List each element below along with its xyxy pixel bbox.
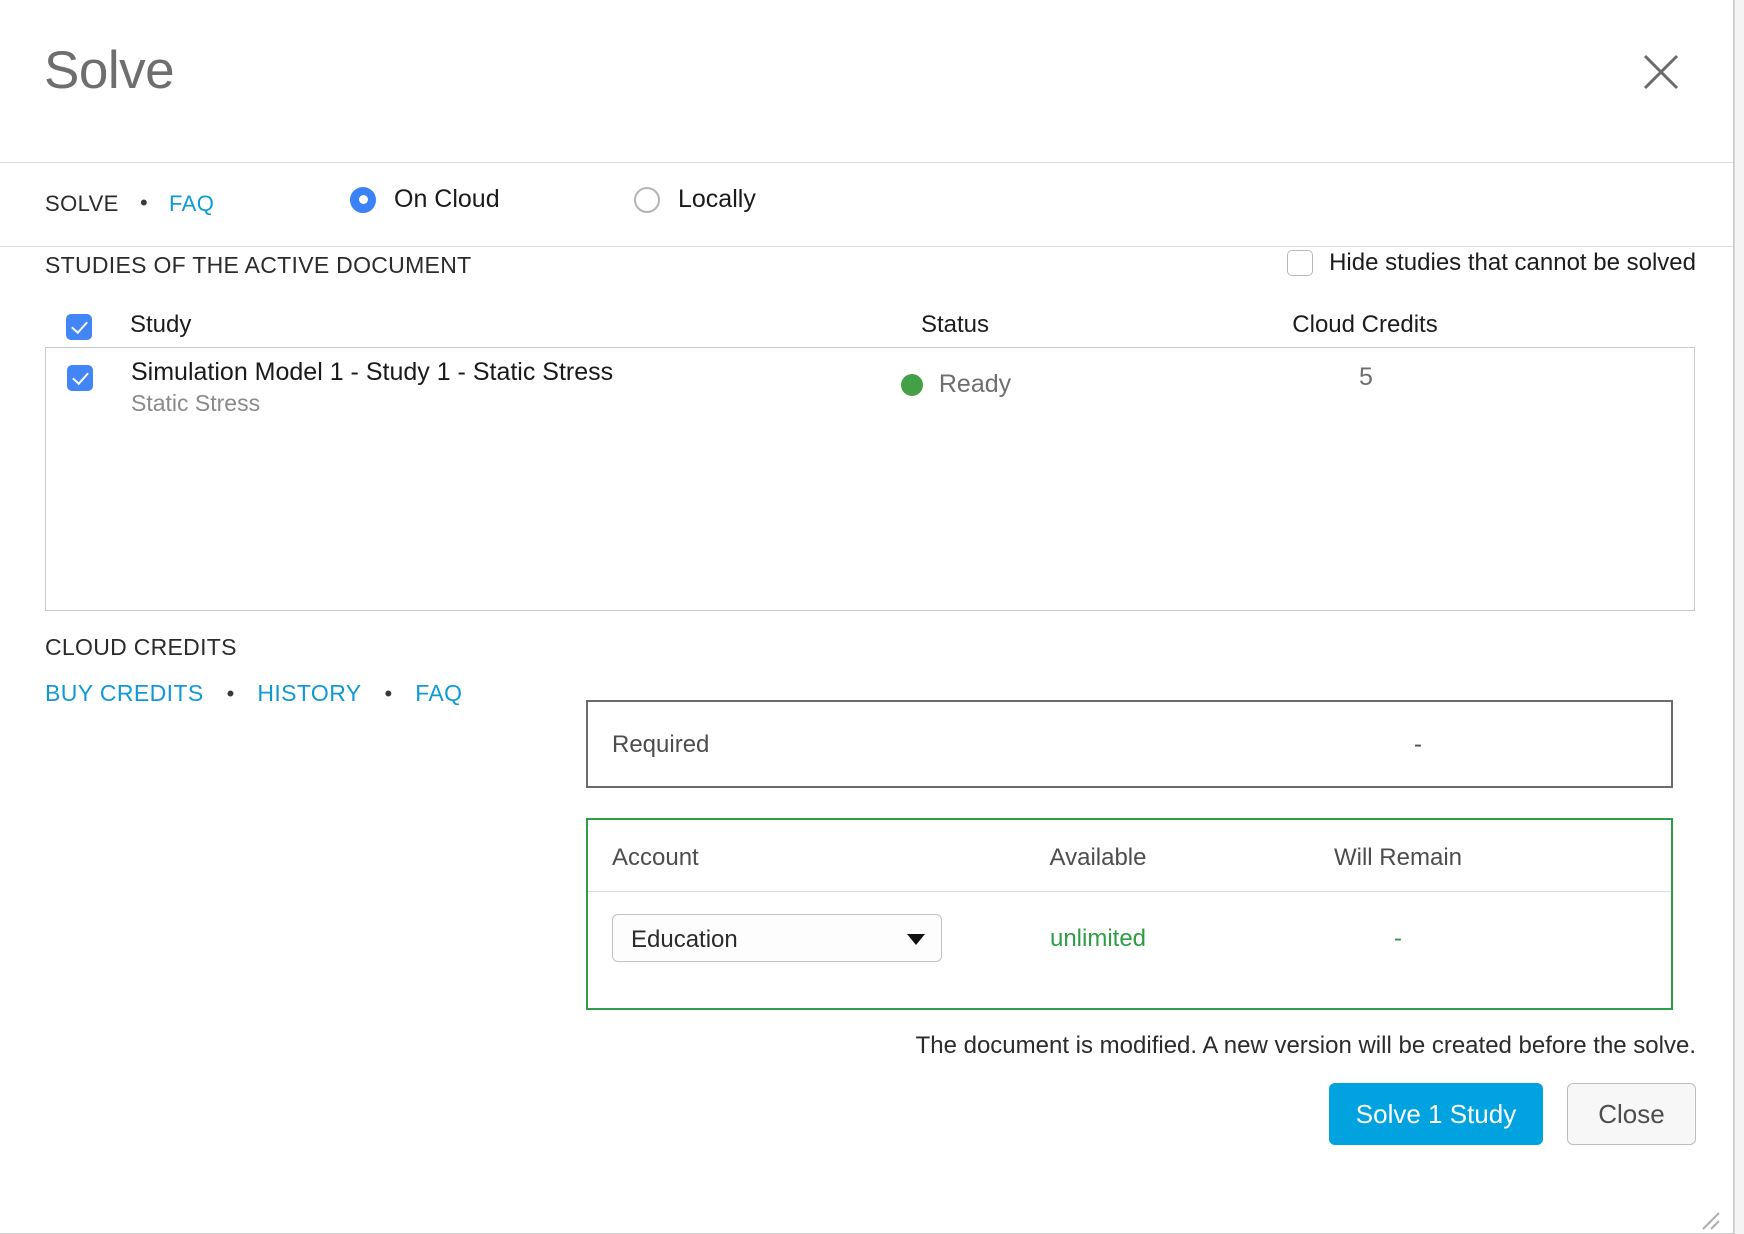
study-row-title: Simulation Model 1 - Study 1 - Static St… — [131, 358, 614, 386]
solve-dialog: Solve SOLVE • FAQ On Cloud Locally STUDI… — [0, 0, 1734, 1234]
cloud-credits-links: BUY CREDITS • HISTORY • FAQ — [45, 680, 462, 707]
close-button[interactable]: Close — [1567, 1083, 1696, 1145]
required-credits-label: Required — [612, 731, 710, 758]
separator-dot: • — [226, 680, 235, 706]
studies-section-heading: STUDIES OF THE ACTIVE DOCUMENT — [45, 252, 472, 278]
dialog-button-row: Solve 1 Study Close — [1329, 1083, 1696, 1145]
column-header-account: Account — [612, 844, 699, 871]
status-badge: Ready — [821, 370, 1091, 399]
close-icon[interactable] — [1641, 52, 1681, 92]
solve-faq-link[interactable]: FAQ — [169, 191, 214, 217]
radio-option-locally[interactable]: Locally — [634, 185, 756, 214]
select-all-studies-checkbox[interactable] — [66, 314, 92, 340]
study-row-subtitle: Static Stress — [131, 390, 261, 416]
account-available-value: unlimited — [1049, 925, 1147, 952]
studies-list-panel: Simulation Model 1 - Study 1 - Static St… — [45, 347, 1695, 611]
column-header-study: Study — [130, 311, 192, 338]
account-credits-box: Account Available Will Remain Education … — [586, 818, 1673, 1010]
column-header-cloud-credits: Cloud Credits — [1292, 311, 1438, 338]
history-link[interactable]: HISTORY — [257, 680, 361, 707]
background-app-strip — [1734, 0, 1744, 1234]
account-select[interactable]: Education — [612, 914, 942, 962]
radio-on-cloud-label: On Cloud — [394, 185, 500, 213]
page-title: Solve — [44, 41, 175, 100]
account-table-header: Account Available Will Remain — [588, 820, 1671, 892]
column-header-status: Status — [920, 311, 990, 338]
table-row[interactable]: Simulation Model 1 - Study 1 - Static St… — [46, 348, 1694, 420]
required-credits-box: Required - — [586, 700, 1673, 788]
hide-unsolvable-label: Hide studies that cannot be solved — [1329, 249, 1696, 276]
radio-option-on-cloud[interactable]: On Cloud — [350, 185, 500, 214]
separator-dot: • — [140, 190, 148, 215]
radio-on-cloud-icon[interactable] — [350, 186, 376, 213]
solve-dialog-screen: Solve SOLVE • FAQ On Cloud Locally STUDI… — [0, 0, 1744, 1234]
buy-credits-link[interactable]: BUY CREDITS — [45, 680, 204, 707]
hide-unsolvable-checkbox-icon[interactable] — [1287, 250, 1314, 276]
status-dot-icon — [900, 373, 923, 396]
separator-dot: • — [384, 680, 393, 706]
document-modified-note: The document is modified. A new version … — [915, 1032, 1696, 1059]
account-will-remain-value: - — [1394, 925, 1402, 952]
column-header-will-remain: Will Remain — [1333, 844, 1462, 871]
studies-table-header: Study Status Cloud Credits — [45, 310, 1695, 352]
hide-unsolvable-studies-checkbox[interactable]: Hide studies that cannot be solved — [1287, 249, 1696, 277]
account-select-value: Education — [631, 926, 738, 953]
study-row-cloud-credits: 5 — [1359, 363, 1373, 391]
account-table-row: Education unlimited - — [588, 892, 1671, 1010]
study-row-text-block: Simulation Model 1 - Study 1 - Static St… — [131, 356, 613, 418]
chevron-down-icon[interactable] — [907, 934, 925, 945]
radio-locally-label: Locally — [678, 185, 756, 213]
required-credits-value: - — [1414, 731, 1422, 758]
study-row-checkbox[interactable] — [67, 365, 93, 391]
dialog-titlebar: Solve — [0, 0, 1733, 163]
solve-mode-bar: SOLVE • FAQ On Cloud Locally — [0, 163, 1733, 247]
cloud-credits-heading: CLOUD CREDITS — [45, 634, 237, 660]
resize-grip-icon[interactable] — [1695, 1205, 1721, 1231]
cloud-credits-faq-link[interactable]: FAQ — [415, 680, 462, 707]
solve-section-label: SOLVE — [45, 191, 119, 216]
study-row-status-text: Ready — [938, 370, 1012, 398]
solve-button[interactable]: Solve 1 Study — [1329, 1083, 1543, 1145]
column-header-available: Available — [1049, 844, 1147, 871]
radio-locally-icon[interactable] — [634, 186, 660, 213]
